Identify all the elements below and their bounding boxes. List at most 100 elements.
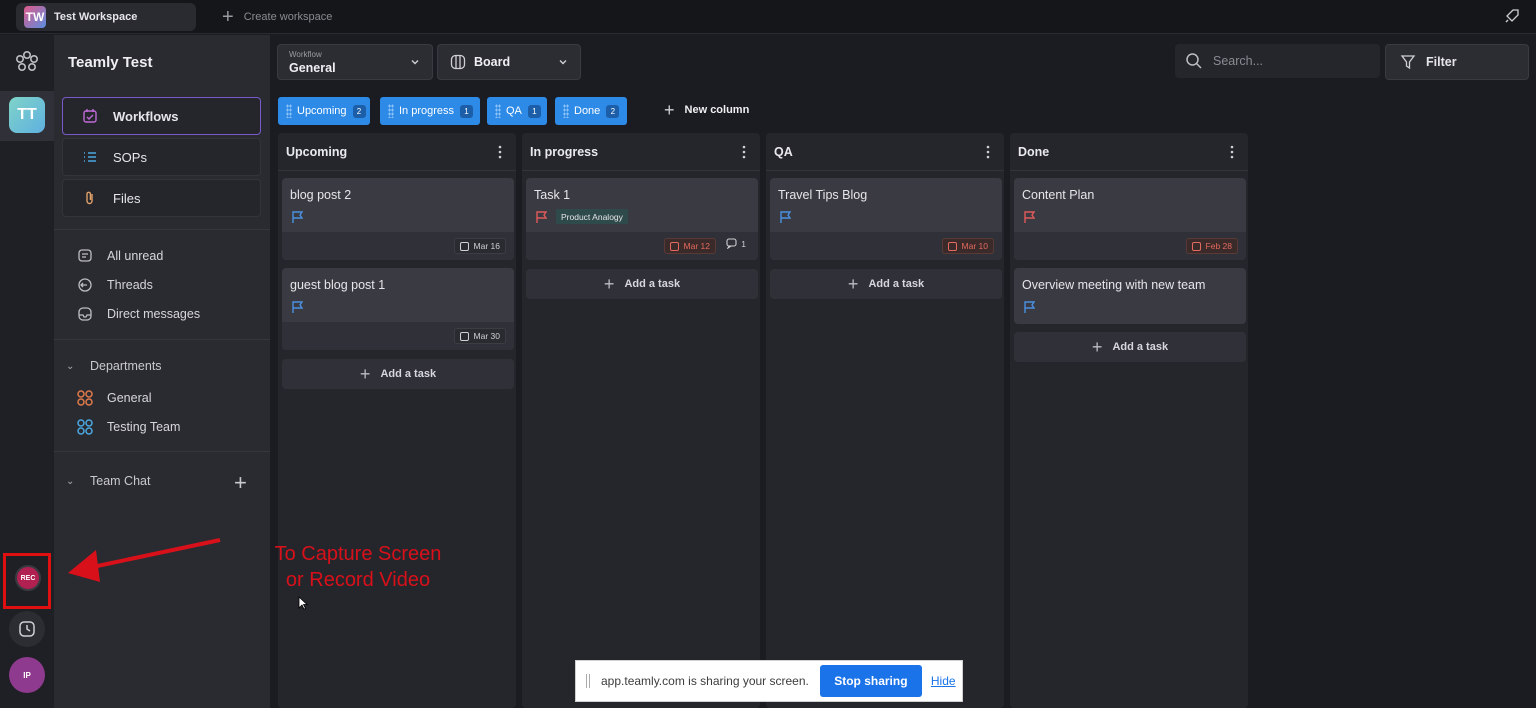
column-title: Done — [1018, 144, 1050, 159]
task-footer: Mar 12 1 — [526, 232, 758, 260]
sidebar-item-general[interactable]: General — [76, 389, 151, 407]
filter-button[interactable]: Filter — [1385, 44, 1529, 80]
sidebar-item-all-unread[interactable]: All unread — [76, 247, 163, 265]
column-chip-label: QA — [506, 105, 522, 117]
sidebar-item-direct-messages[interactable]: Direct messages — [76, 305, 200, 323]
flag-icon[interactable] — [535, 210, 549, 224]
sidebar-item-workflows[interactable]: Workflows — [62, 97, 261, 135]
add-task-button[interactable]: + Add a task — [526, 269, 758, 299]
screen-share-message: app.teamly.com is sharing your screen. — [601, 674, 809, 688]
comment-count-label: 1 — [741, 238, 746, 249]
sidebar-item-sops[interactable]: SOPs — [62, 138, 261, 176]
drag-handle-icon[interactable] — [286, 104, 292, 118]
calendar-icon — [947, 241, 957, 251]
sidebar-item-files[interactable]: Files — [62, 179, 261, 217]
task-title: blog post 2 — [290, 188, 352, 202]
task-tag[interactable]: Product Analogy — [556, 209, 628, 224]
more-vertical-icon[interactable] — [498, 145, 502, 159]
record-button[interactable]: REC — [15, 565, 41, 591]
flag-icon[interactable] — [1023, 210, 1037, 224]
message-icon — [76, 247, 94, 265]
column-chip-in-progress[interactable]: In progress 1 — [380, 97, 480, 125]
comment-icon — [726, 238, 737, 249]
add-task-button[interactable]: + Add a task — [770, 269, 1002, 299]
team-chat-section-toggle[interactable]: ⌄ Team Chat — [66, 474, 150, 488]
add-task-button[interactable]: + Add a task — [282, 359, 514, 389]
thread-icon — [76, 276, 94, 294]
due-date-badge[interactable]: Mar 16 — [453, 238, 506, 254]
chevron-down-icon: ⌄ — [66, 360, 75, 372]
comment-count[interactable]: 1 — [726, 238, 746, 249]
column-chip-done[interactable]: Done 2 — [555, 97, 627, 125]
search-input[interactable]: Search... — [1175, 44, 1380, 78]
due-date-badge[interactable]: Mar 30 — [453, 328, 506, 344]
task-footer: Mar 10 — [770, 232, 1002, 260]
workflow-select[interactable]: Workflow General — [277, 44, 433, 80]
hide-link[interactable]: Hide — [931, 674, 956, 688]
flag-icon[interactable] — [291, 300, 305, 314]
view-select[interactable]: Board — [437, 44, 581, 80]
sidebar-item-testing-team[interactable]: Testing Team — [76, 418, 180, 436]
due-date-badge[interactable]: Feb 28 — [1185, 238, 1238, 254]
annotation-line: To Capture Screen — [274, 543, 442, 565]
inbox-icon — [76, 305, 94, 323]
rocket-icon[interactable] — [1504, 8, 1520, 24]
column-header: In progress — [522, 133, 760, 171]
calendar-icon — [459, 241, 469, 251]
history-button[interactable] — [9, 611, 45, 647]
workspace-tab[interactable]: TW Test Workspace — [16, 3, 196, 31]
user-avatar[interactable]: IP — [9, 657, 45, 693]
flag-icon[interactable] — [1023, 300, 1037, 314]
task-card[interactable]: guest blog post 1 Mar 30 — [282, 268, 514, 350]
column-chip-upcoming[interactable]: Upcoming 2 — [278, 97, 370, 125]
plus-icon: + — [664, 100, 675, 120]
sidebar-item-label: Direct messages — [107, 307, 201, 321]
stop-sharing-button[interactable]: Stop sharing — [819, 665, 922, 697]
more-vertical-icon[interactable] — [1230, 145, 1234, 159]
plus-icon: + — [359, 364, 371, 384]
team-switcher[interactable]: TT — [0, 91, 54, 141]
departments-section-toggle[interactable]: ⌄ Departments — [66, 359, 162, 373]
column-chip-label: Upcoming — [297, 105, 347, 117]
create-workspace-button[interactable]: + Create workspace — [222, 7, 332, 27]
add-task-button[interactable]: + Add a task — [1014, 332, 1246, 362]
filter-label: Filter — [1426, 55, 1457, 69]
department-icon — [76, 389, 94, 407]
flag-icon[interactable] — [779, 210, 793, 224]
new-column-button[interactable]: + New column — [664, 100, 750, 120]
sidebar-divider — [54, 339, 270, 340]
due-date-label: Mar 10 — [961, 241, 988, 251]
more-vertical-icon[interactable] — [742, 145, 746, 159]
drag-handle-icon[interactable] — [495, 104, 501, 118]
chevron-down-icon: ⌄ — [66, 475, 75, 487]
drag-handle-icon[interactable] — [586, 674, 590, 688]
calendar-icon — [669, 241, 679, 251]
screen-share-bar: app.teamly.com is sharing your screen. S… — [575, 660, 963, 702]
departments-label: Departments — [90, 359, 162, 373]
add-chat-plus-icon[interactable]: + — [234, 472, 247, 494]
teamly-logo-icon[interactable] — [14, 49, 40, 75]
flag-icon[interactable] — [291, 210, 305, 224]
drag-handle-icon[interactable] — [388, 104, 394, 118]
due-date-label: Mar 12 — [683, 241, 710, 251]
task-card[interactable]: Overview meeting with new team — [1014, 268, 1246, 324]
sidebar-item-label: Files — [113, 190, 141, 206]
sidebar-item-threads[interactable]: Threads — [76, 276, 153, 294]
chevron-down-icon — [411, 60, 419, 65]
workflow-select-value: General — [289, 61, 336, 75]
task-card[interactable]: Task 1 Product Analogy Mar 12 1 — [526, 178, 758, 260]
task-card[interactable]: Content Plan Feb 28 — [1014, 178, 1246, 260]
column-title: In progress — [530, 144, 599, 159]
paperclip-icon — [81, 189, 99, 207]
column-chip-qa[interactable]: QA 1 — [487, 97, 547, 125]
more-vertical-icon[interactable] — [986, 145, 990, 159]
task-card[interactable]: Travel Tips Blog Mar 10 — [770, 178, 1002, 260]
add-task-label: Add a task — [380, 368, 437, 380]
task-card[interactable]: blog post 2 Mar 16 — [282, 178, 514, 260]
due-date-badge[interactable]: Mar 12 — [663, 238, 716, 254]
new-column-label: New column — [684, 104, 750, 116]
column-title: Upcoming — [286, 144, 348, 159]
drag-handle-icon[interactable] — [563, 104, 569, 118]
department-icon — [76, 418, 94, 436]
due-date-badge[interactable]: Mar 10 — [941, 238, 994, 254]
